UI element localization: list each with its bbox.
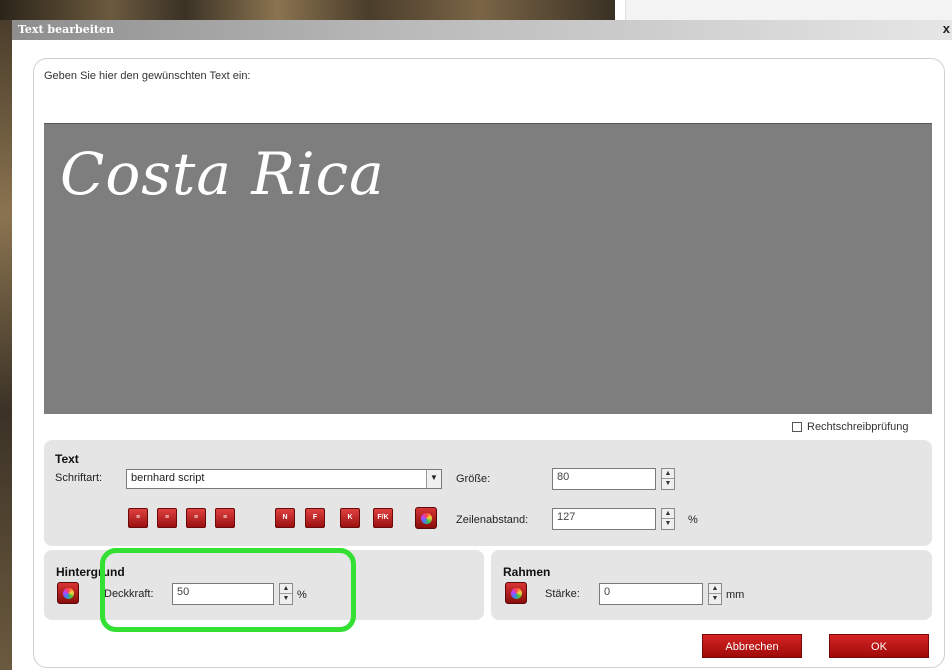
align-left-button[interactable]: ≡ [128,508,148,528]
chevron-down-icon[interactable]: ▼ [426,470,441,488]
thickness-stepper[interactable]: ▲ ▼ [708,583,722,605]
close-icon[interactable]: x [943,21,950,36]
line-spacing-unit: % [688,514,698,526]
align-right-button[interactable]: ≡ [186,508,206,528]
background-window [625,0,952,20]
font-label: Schriftart: [55,472,103,484]
align-justify-icon: ≡ [222,514,228,521]
background-color-button[interactable] [57,582,79,604]
ok-button[interactable]: OK [829,634,929,658]
align-right-icon: ≡ [193,514,199,521]
style-italic-button[interactable]: K [340,508,360,528]
spin-up-icon[interactable]: ▲ [662,509,674,519]
style-normal-button[interactable]: N [275,508,295,528]
thickness-input[interactable]: 0 [599,583,703,605]
size-input[interactable]: 80 [552,468,656,490]
text-panel [44,440,932,546]
line-spacing-label: Zeilenabstand: [456,514,529,526]
style-bold-button[interactable]: F [305,508,325,528]
preview-text: Costa Rica [60,140,385,208]
frame-panel-heading: Rahmen [503,565,551,579]
font-select[interactable]: bernhard script ▼ [126,469,442,489]
thickness-unit: mm [726,589,745,601]
align-justify-button[interactable]: ≡ [215,508,235,528]
line-spacing-input[interactable]: 127 [552,508,656,530]
align-center-button[interactable]: ≡ [157,508,177,528]
text-panel-heading: Text [55,452,79,466]
highlight-annotation [100,548,356,632]
style-bold-italic-button[interactable]: F/K [373,508,393,528]
spin-down-icon[interactable]: ▼ [709,594,721,604]
align-center-icon: ≡ [164,514,170,521]
frame-color-button[interactable] [505,582,527,604]
spellcheck-checkbox[interactable] [792,422,802,432]
background-photo-edge [0,20,12,670]
size-label: Größe: [456,473,491,485]
spin-up-icon[interactable]: ▲ [709,584,721,594]
background-photo [0,0,615,20]
cancel-button[interactable]: Abbrechen [702,634,802,658]
spin-down-icon[interactable]: ▼ [662,519,674,529]
text-color-button[interactable] [415,507,437,529]
spellcheck-label: Rechtschreibprüfung [807,421,909,433]
thickness-label: Stärke: [545,588,580,600]
line-spacing-stepper[interactable]: ▲ ▼ [661,508,675,530]
dialog-title: Text bearbeiten [18,23,114,36]
spin-up-icon[interactable]: ▲ [662,469,674,479]
spellcheck-option[interactable]: Rechtschreibprüfung [792,421,909,433]
text-preview-area[interactable]: Costa Rica [44,123,932,414]
font-select-value: bernhard script [131,472,205,484]
align-left-icon: ≡ [135,514,141,521]
size-stepper[interactable]: ▲ ▼ [661,468,675,490]
dialog-titlebar: Text bearbeiten x [12,20,952,40]
prompt-label: Geben Sie hier den gewünschten Text ein: [44,70,251,82]
spin-down-icon[interactable]: ▼ [662,479,674,489]
